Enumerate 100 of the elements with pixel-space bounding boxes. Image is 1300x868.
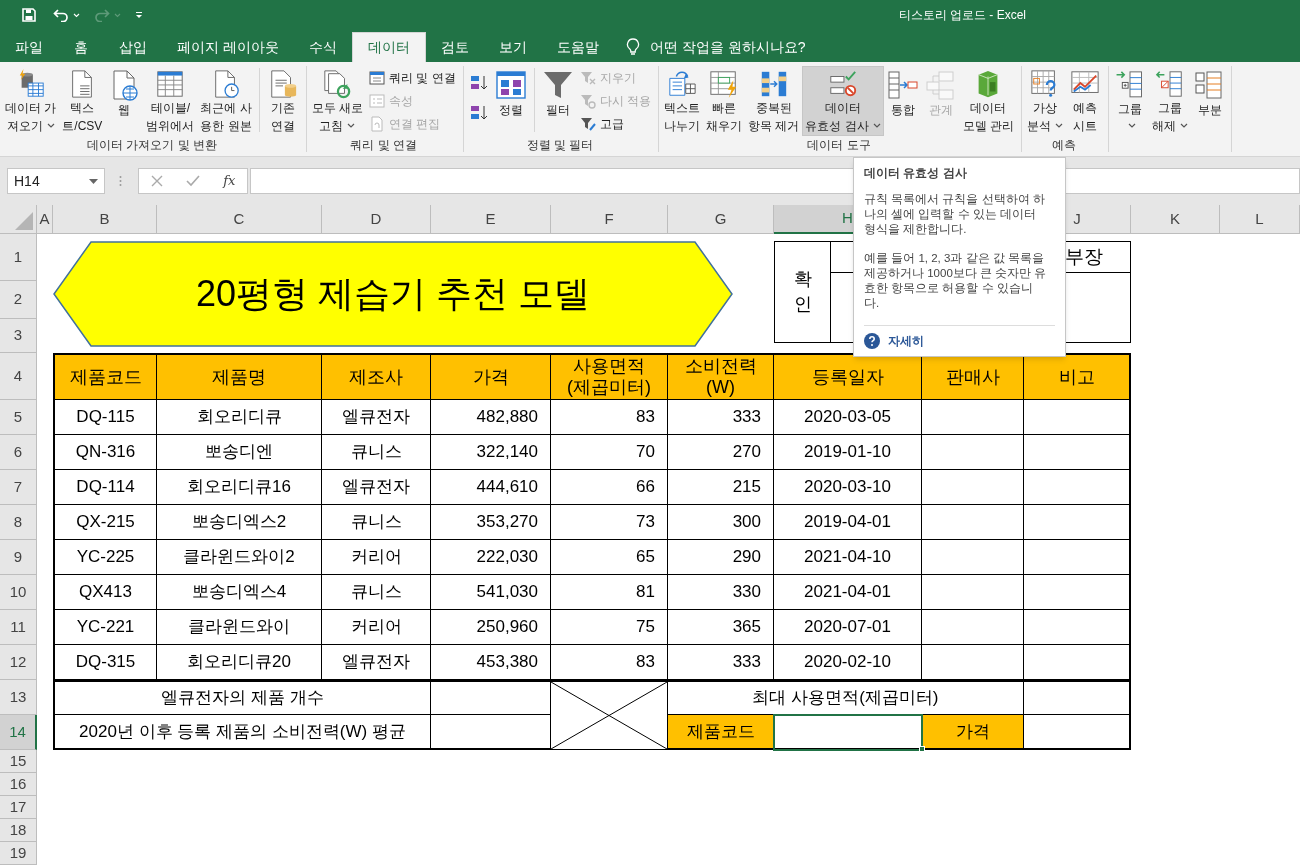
table-cell: YC-225: [53, 540, 157, 575]
menu-tab[interactable]: 검토: [425, 32, 484, 62]
row-header[interactable]: 1: [0, 234, 37, 281]
ribbon-button[interactable]: 테이블/ 범위에서: [143, 66, 198, 136]
table-header-cell: 제조사: [322, 353, 431, 400]
table-cell: 뽀송디엑스2: [157, 505, 322, 540]
ribbon-button[interactable]: 데이터 모델 관리: [959, 66, 1018, 136]
ribbon-group-label: 데이터 가져오기 및 변환: [86, 136, 217, 154]
sort-descending-icon[interactable]: [469, 104, 488, 122]
ribbon-button[interactable]: 빠른 채우기: [703, 66, 746, 136]
table-cell: 2021-04-10: [774, 540, 922, 575]
row-header[interactable]: 3: [0, 319, 37, 353]
table-cell: 444,610: [431, 470, 551, 505]
ribbon-button[interactable]: 정렬: [491, 66, 530, 136]
table-cell: 353,270: [431, 505, 551, 540]
row-header[interactable]: 16: [0, 773, 37, 796]
ribbon-group-label: 쿼리 및 연결: [350, 136, 418, 154]
name-box[interactable]: H14: [7, 168, 105, 194]
column-header[interactable]: G: [668, 205, 774, 234]
menu-tab[interactable]: 홈: [58, 32, 104, 62]
row-header[interactable]: 6: [0, 435, 37, 470]
table-cell: 365: [668, 610, 774, 645]
ribbon-button[interactable]: 텍스트 나누기: [661, 66, 704, 136]
ribbon-button[interactable]: 데이터 가 져오기: [2, 66, 60, 136]
ribbon-button[interactable]: 데이터 유효성 검사: [802, 66, 884, 136]
table-cell: 2020년 이후 등록 제품의 소비전력(W) 평균: [53, 715, 431, 750]
menu-tab[interactable]: 데이터: [351, 32, 426, 62]
menu-tab[interactable]: 보기: [483, 32, 542, 62]
table-cell: 뽀송디엔: [157, 435, 322, 470]
more-info-link[interactable]: 자세히: [888, 332, 924, 350]
column-header[interactable]: L: [1220, 205, 1300, 234]
row-header[interactable]: 7: [0, 470, 37, 505]
ribbon-button[interactable]: 그룹: [1111, 66, 1150, 136]
consolidate-icon: [886, 69, 919, 101]
ribbon-small-button[interactable]: 쿼리 및 연결: [369, 68, 456, 88]
table-cell: 250,960: [431, 610, 551, 645]
row-header[interactable]: 18: [0, 819, 37, 842]
table-cell: 73: [551, 505, 668, 540]
ribbon-group-label: 정렬 및 필터: [526, 136, 594, 154]
menu-tab[interactable]: 삽입: [104, 32, 162, 62]
row-header[interactable]: 14: [0, 715, 37, 750]
ribbon-button[interactable]: 통합: [883, 66, 922, 136]
save-icon[interactable]: [22, 8, 36, 22]
row-header[interactable]: 4: [0, 353, 37, 400]
ribbon-button[interactable]: 텍스 트/CSV: [59, 66, 106, 136]
text-split-icon: [666, 69, 699, 99]
ribbon-button[interactable]: 중복된 항목 제거: [745, 66, 803, 136]
menu-tab[interactable]: 수식: [293, 32, 352, 62]
table-cell: 가격: [922, 715, 1024, 750]
column-header[interactable]: K: [1131, 205, 1220, 234]
table-header-cell: 등록일자: [774, 353, 922, 400]
ribbon-button[interactable]: 웹: [105, 66, 144, 136]
caret-icon: [89, 178, 98, 184]
table-cell: 회오리디큐20: [157, 645, 322, 680]
table-cell: 215: [668, 470, 774, 505]
tell-me-field[interactable]: 어떤 작업을 원하시나요?: [649, 36, 850, 58]
column-header[interactable]: F: [551, 205, 668, 234]
ribbon-button[interactable]: 예측 시트: [1066, 66, 1105, 136]
approval-label: 확인: [793, 267, 812, 316]
sort-ascending-icon[interactable]: [469, 74, 488, 92]
column-header[interactable]: E: [431, 205, 551, 234]
row-header[interactable]: 12: [0, 645, 37, 680]
undo-icon[interactable]: [53, 8, 69, 22]
ribbon-button[interactable]: 가상 분석: [1024, 66, 1067, 136]
caret-icon[interactable]: [73, 12, 80, 18]
table-header-cell: 소비전력 (W): [668, 353, 774, 400]
menu-tab[interactable]: 페이지 레이아웃: [162, 32, 294, 62]
table-cell: 333: [668, 645, 774, 680]
selected-cell[interactable]: [774, 715, 922, 750]
row-header[interactable]: 9: [0, 540, 37, 575]
row-header[interactable]: 8: [0, 505, 37, 540]
menu-tab[interactable]: 도움말: [541, 32, 614, 62]
ribbon-button[interactable]: 필터: [538, 66, 577, 136]
insert-function-button[interactable]: fx: [223, 171, 236, 191]
row-header[interactable]: 11: [0, 610, 37, 645]
ribbon-button[interactable]: 부분: [1191, 66, 1230, 136]
column-header[interactable]: C: [157, 205, 322, 234]
row-header[interactable]: 5: [0, 400, 37, 435]
tooltip-title: 데이터 유효성 검사: [864, 165, 968, 182]
row-header[interactable]: 13: [0, 680, 37, 715]
window-title: 티스토리 업로드 - Excel: [898, 7, 1026, 24]
menu-tab[interactable]: 파일: [0, 32, 58, 62]
ribbon-button[interactable]: 기존 연결: [263, 66, 302, 136]
row-header[interactable]: 17: [0, 796, 37, 819]
table-cell: DQ-114: [53, 470, 157, 505]
tooltip-text: 예를 들어 1, 2, 3과 같은 값 목록을 제공하거나 1000보다 큰 숫자만 유효한 항목으로 허용할 수 있습니다.: [864, 251, 1048, 311]
ribbon-button[interactable]: 모두 새로 고침: [308, 66, 367, 136]
table-cell: 회오리디큐: [157, 400, 322, 435]
column-header[interactable]: A: [37, 205, 53, 234]
table-cell: 2020-02-10: [774, 645, 922, 680]
column-header[interactable]: D: [322, 205, 431, 234]
row-header[interactable]: 2: [0, 281, 37, 319]
customize-icon[interactable]: [135, 11, 143, 19]
ribbon-button[interactable]: 최근에 사 용한 원본: [197, 66, 255, 136]
row-header[interactable]: 10: [0, 575, 37, 610]
row-header[interactable]: 15: [0, 750, 37, 773]
ribbon-button[interactable]: 그룹 해제: [1149, 66, 1192, 136]
row-header[interactable]: 19: [0, 842, 37, 865]
ribbon-small-button[interactable]: 고급: [579, 114, 652, 134]
column-header[interactable]: B: [53, 205, 157, 234]
